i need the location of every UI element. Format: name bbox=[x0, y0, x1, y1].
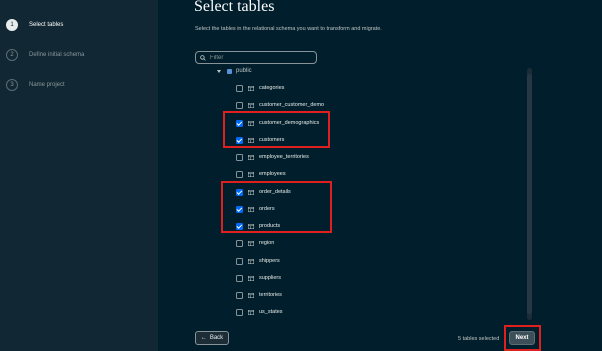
table-name: categories bbox=[259, 85, 285, 91]
filter-input[interactable] bbox=[210, 54, 310, 61]
table-name: us_states bbox=[259, 309, 283, 315]
table-icon bbox=[248, 102, 254, 108]
table-row-suppliers[interactable]: suppliers bbox=[236, 273, 356, 283]
highlight-box-customers bbox=[223, 111, 330, 148]
next-button[interactable]: Next bbox=[509, 331, 535, 345]
step-label: Name project bbox=[29, 82, 65, 88]
back-button-label: Back bbox=[209, 335, 224, 341]
step-number: 2 bbox=[6, 49, 18, 61]
database-icon bbox=[227, 68, 232, 74]
table-row-employees[interactable]: employees bbox=[236, 169, 356, 179]
step-select-tables[interactable]: 1 Select tables bbox=[6, 18, 63, 32]
page-subtitle: Select the tables in the relational sche… bbox=[195, 26, 382, 32]
table-checkbox[interactable] bbox=[236, 291, 243, 299]
table-name: employee_territories bbox=[259, 154, 309, 160]
table-icon bbox=[248, 309, 254, 315]
search-icon bbox=[200, 54, 206, 61]
table-row-employee-territories[interactable]: employee_territories bbox=[236, 152, 356, 162]
step-number: 1 bbox=[6, 19, 18, 31]
table-checkbox[interactable] bbox=[236, 257, 243, 265]
table-checkbox[interactable] bbox=[236, 239, 243, 247]
selected-count: 5 tables selected bbox=[458, 336, 500, 342]
table-icon bbox=[248, 171, 254, 177]
table-checkbox[interactable] bbox=[236, 101, 243, 109]
table-icon bbox=[248, 258, 254, 264]
schema-node[interactable]: public bbox=[217, 66, 252, 76]
table-name: shippers bbox=[259, 258, 280, 264]
table-name: employees bbox=[259, 171, 286, 177]
table-row-region[interactable]: region bbox=[236, 238, 356, 248]
table-row-customer-customer-demo[interactable]: customer_customer_demo bbox=[236, 100, 356, 110]
table-icon bbox=[248, 154, 254, 160]
table-name: territories bbox=[259, 292, 282, 298]
table-name: region bbox=[259, 240, 275, 246]
filter-field[interactable] bbox=[195, 51, 317, 64]
table-icon bbox=[248, 292, 254, 298]
table-checkbox[interactable] bbox=[236, 308, 243, 316]
wizard-sidebar: 1 Select tables 2 Define initial schema … bbox=[0, 0, 158, 351]
table-checkbox[interactable] bbox=[236, 84, 243, 92]
table-row-shippers[interactable]: shippers bbox=[236, 256, 356, 266]
table-checkbox[interactable] bbox=[236, 170, 243, 178]
table-icon bbox=[248, 240, 254, 246]
page-title: Select tables bbox=[194, 0, 275, 15]
step-define-initial-schema[interactable]: 2 Define initial schema bbox=[6, 48, 84, 62]
table-icon bbox=[248, 85, 254, 91]
step-label: Select tables bbox=[29, 22, 64, 28]
table-list-scrollbar[interactable] bbox=[527, 68, 532, 320]
step-name-project[interactable]: 3 Name project bbox=[6, 78, 65, 92]
highlight-box-orders bbox=[221, 181, 332, 233]
table-icon bbox=[248, 275, 254, 281]
chevron-down-icon[interactable] bbox=[217, 69, 221, 73]
table-checkbox[interactable] bbox=[236, 274, 243, 282]
arrow-left-icon: ← bbox=[200, 335, 207, 341]
table-name: customer_customer_demo bbox=[259, 102, 325, 108]
table-name: suppliers bbox=[259, 275, 282, 281]
step-number: 3 bbox=[6, 79, 18, 91]
back-button[interactable]: ← Back bbox=[195, 331, 229, 345]
scrollbar-thumb[interactable] bbox=[527, 74, 532, 314]
step-label: Define initial schema bbox=[29, 52, 85, 58]
table-row-territories[interactable]: territories bbox=[236, 290, 356, 300]
schema-label: public bbox=[236, 68, 252, 74]
table-row-categories[interactable]: categories bbox=[236, 83, 356, 93]
table-row-us-states[interactable]: us_states bbox=[236, 307, 356, 317]
table-checkbox[interactable] bbox=[236, 153, 243, 161]
